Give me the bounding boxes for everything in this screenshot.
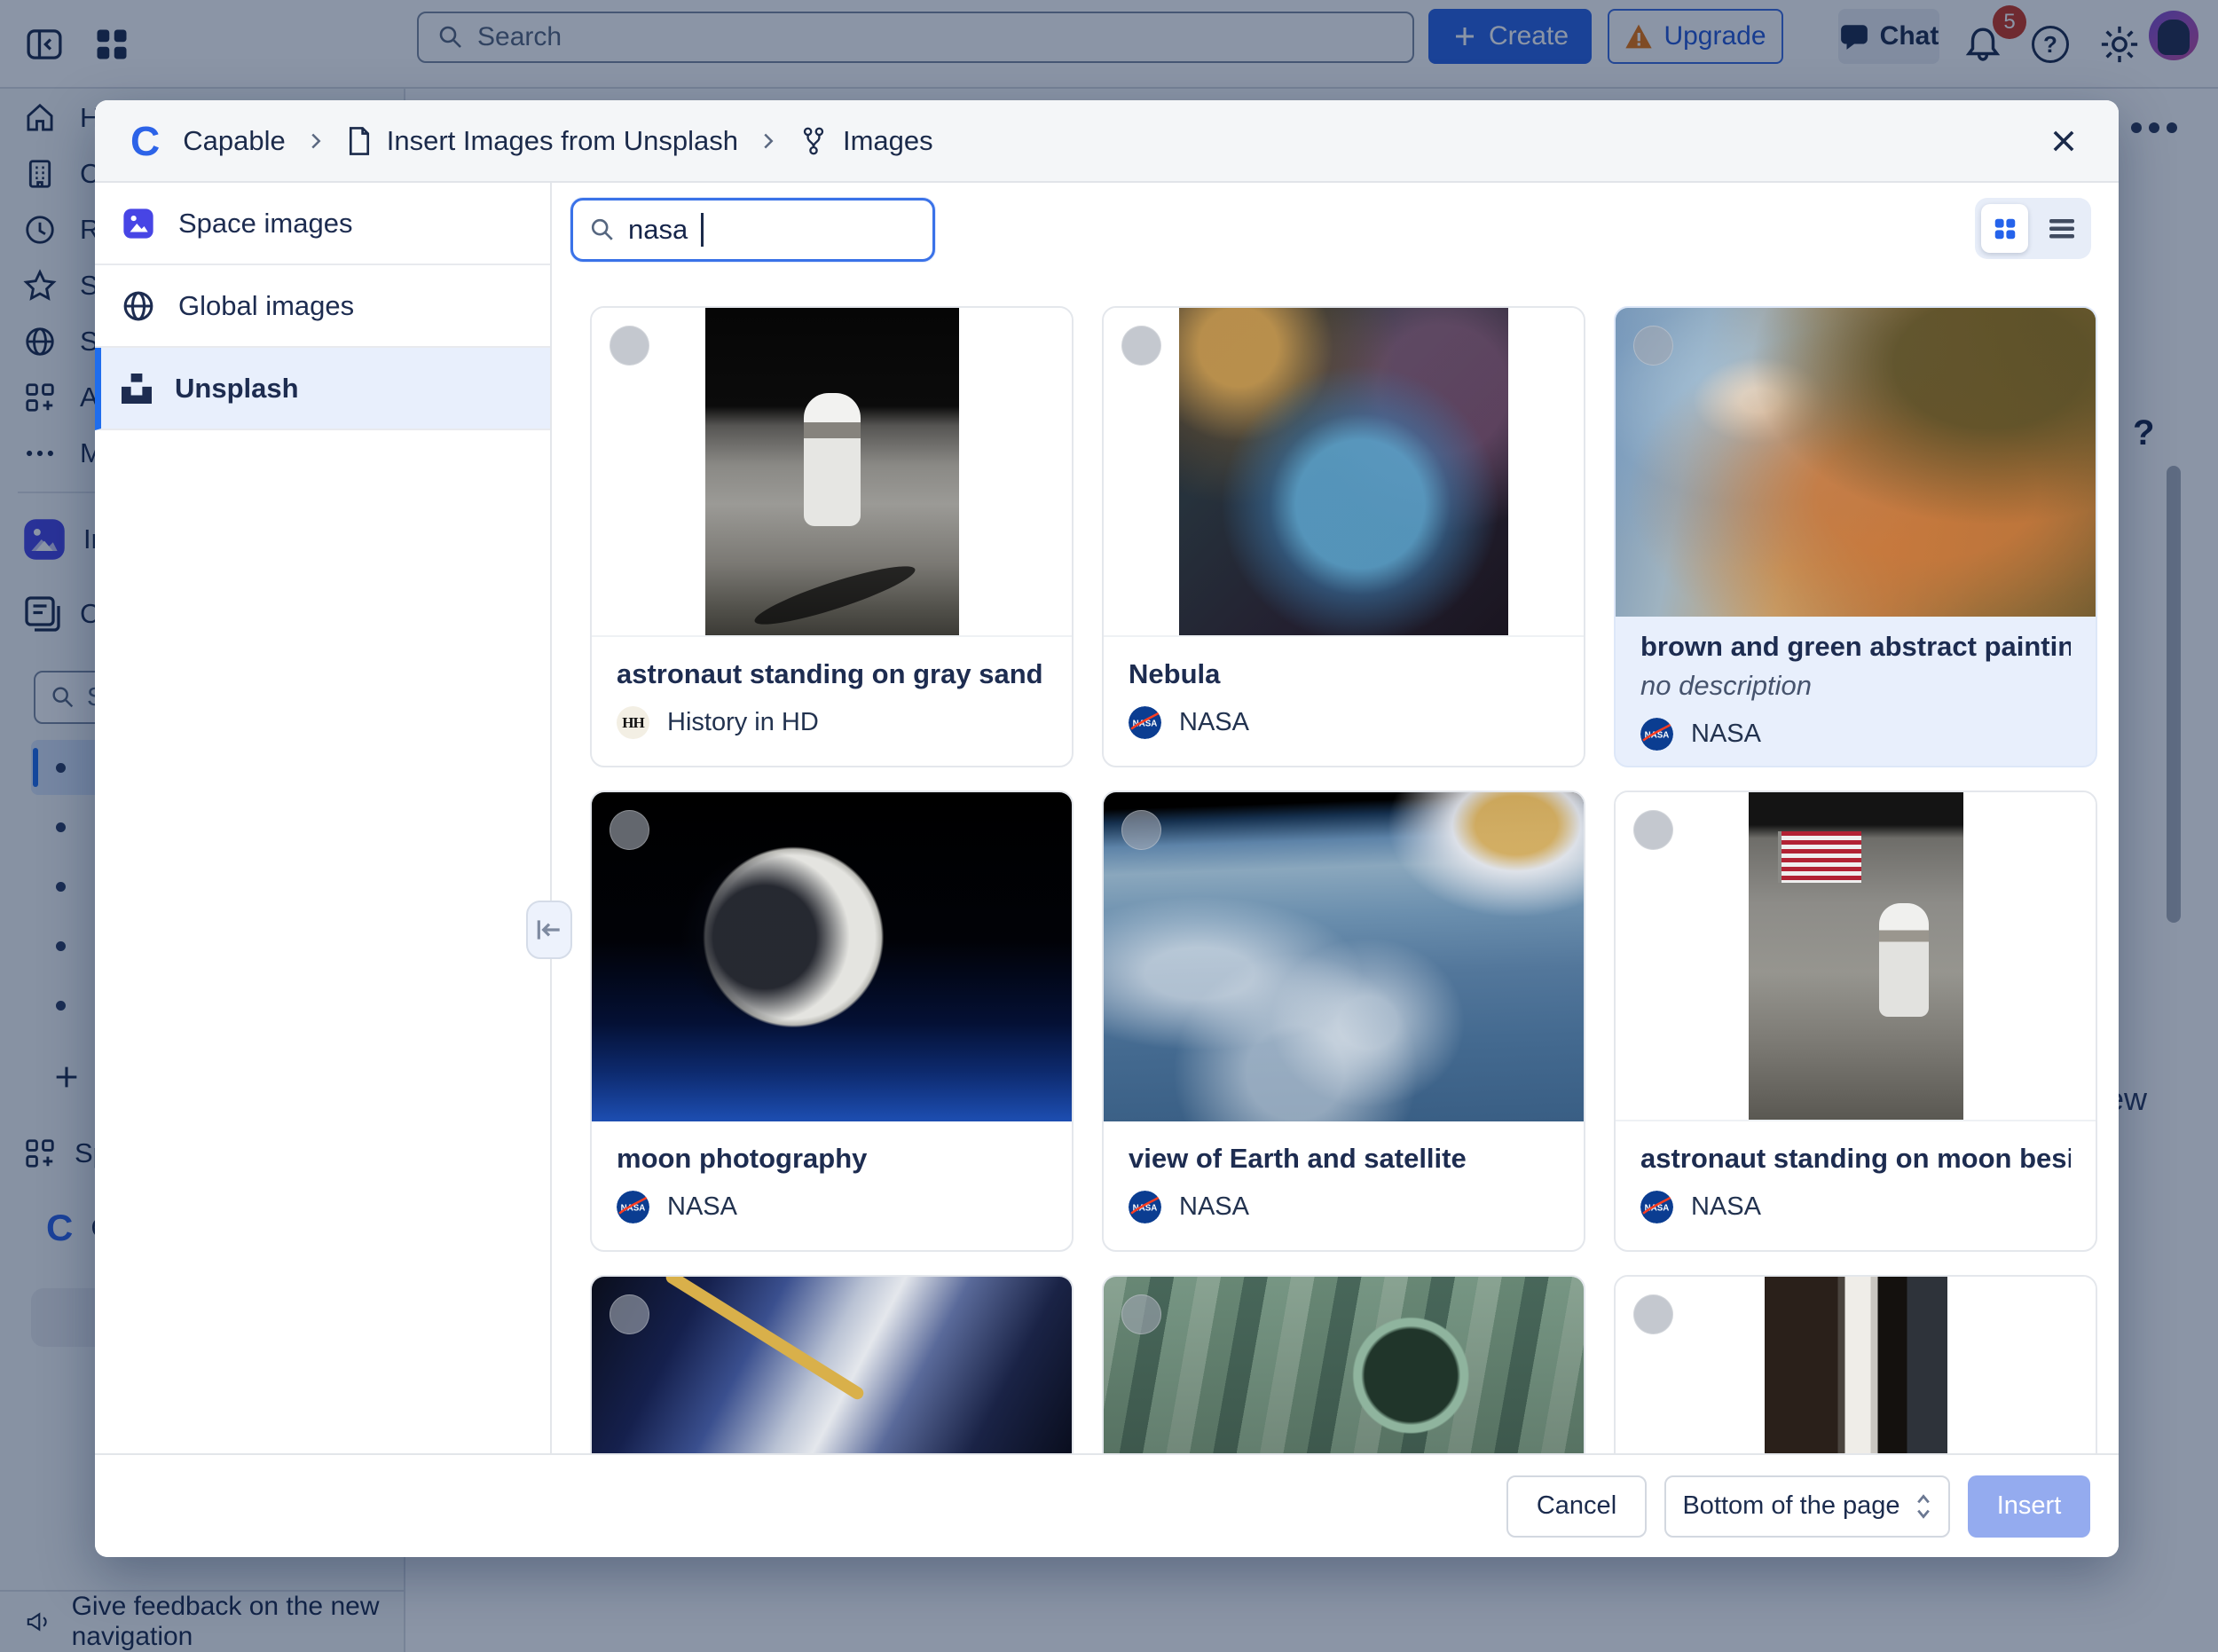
unsplash-icon bbox=[122, 374, 152, 404]
nav-unsplash[interactable]: Unsplash bbox=[95, 348, 550, 430]
capable-logo: C bbox=[130, 121, 160, 161]
select-checkbox[interactable] bbox=[1633, 810, 1673, 850]
space-images-icon bbox=[122, 207, 155, 240]
cancel-button[interactable]: Cancel bbox=[1506, 1475, 1647, 1538]
author-logo-nasa: NASA bbox=[1129, 1191, 1161, 1223]
select-checkbox[interactable] bbox=[1121, 326, 1161, 366]
photo-carina-nebula bbox=[1616, 308, 2096, 617]
breadcrumb-capable[interactable]: Capable bbox=[183, 125, 285, 157]
search-value: nasa bbox=[628, 214, 688, 246]
nav-label: Unsplash bbox=[175, 373, 299, 405]
modal-footer: Cancel Bottom of the page Insert bbox=[95, 1453, 2119, 1557]
insert-position-select[interactable]: Bottom of the page bbox=[1664, 1475, 1950, 1538]
search-icon bbox=[589, 216, 616, 243]
image-card[interactable] bbox=[1102, 1275, 1585, 1453]
image-author: NASA bbox=[667, 1192, 737, 1222]
image-title: brown and green abstract painting bbox=[1640, 631, 2071, 663]
select-checkbox[interactable] bbox=[1633, 326, 1673, 366]
image-thumbnail bbox=[1104, 792, 1584, 1121]
insert-images-modal: C Capable Insert Images from Unsplash Im… bbox=[95, 100, 2119, 1557]
panel-collapse-button[interactable] bbox=[526, 901, 572, 959]
select-chevrons-icon bbox=[1915, 1493, 1932, 1520]
author-logo-nasa: NASA bbox=[1129, 706, 1161, 739]
image-search-input[interactable]: nasa bbox=[570, 198, 935, 262]
image-thumbnail bbox=[592, 1277, 1072, 1453]
photo-astronaut-flag bbox=[1749, 792, 1963, 1120]
image-thumbnail bbox=[1616, 792, 2096, 1121]
text-cursor bbox=[701, 213, 704, 247]
image-title: moon photography bbox=[617, 1143, 1047, 1175]
image-card[interactable] bbox=[590, 1275, 1074, 1453]
image-thumbnail bbox=[1616, 1277, 2096, 1453]
image-card[interactable]: view of Earth and satellite NASA NASA bbox=[1102, 791, 1585, 1252]
nav-global-images[interactable]: Global images bbox=[95, 265, 550, 348]
image-author: NASA bbox=[1691, 1192, 1761, 1222]
image-results-area: nasa as bbox=[552, 183, 2119, 1453]
globe-icon bbox=[122, 289, 155, 323]
select-checkbox[interactable] bbox=[1121, 810, 1161, 850]
select-checkbox[interactable] bbox=[610, 1294, 649, 1334]
view-toggle bbox=[1975, 198, 2091, 259]
image-card[interactable]: astronaut standing on moon beside NASA N… bbox=[1614, 791, 2097, 1252]
image-title: astronaut standing on moon beside bbox=[1640, 1143, 2071, 1175]
photo-astronaut-moon bbox=[705, 308, 959, 635]
image-card[interactable]: moon photography NASA NASA bbox=[590, 791, 1074, 1252]
breadcrumb-insert-images[interactable]: Insert Images from Unsplash bbox=[387, 125, 738, 157]
photo-rocket bbox=[1765, 1277, 1947, 1453]
breadcrumb-images[interactable]: Images bbox=[843, 125, 933, 157]
branch-icon bbox=[798, 126, 829, 156]
grid-view-button[interactable] bbox=[1981, 204, 2028, 253]
photo-earth-satellite bbox=[1104, 792, 1584, 1121]
image-source-panel: Space images Global images Unsplash bbox=[95, 183, 552, 1453]
list-view-button[interactable] bbox=[2038, 204, 2085, 253]
author-logo-history-in-hd: HH bbox=[617, 706, 649, 739]
select-checkbox[interactable] bbox=[1633, 1294, 1673, 1334]
image-card[interactable]: Nebula NASA NASA bbox=[1102, 306, 1585, 767]
modal-body: Space images Global images Unsplash nasa bbox=[95, 183, 2119, 1453]
image-author: NASA bbox=[1179, 1192, 1249, 1222]
image-author: NASA bbox=[1179, 708, 1249, 737]
image-card-highlighted[interactable]: brown and green abstract painting no des… bbox=[1614, 306, 2097, 767]
image-title: astronaut standing on gray sand bbox=[617, 658, 1047, 690]
image-author: History in HD bbox=[667, 708, 819, 737]
grid-view-icon bbox=[1992, 216, 2018, 242]
chevron-right-icon bbox=[759, 132, 777, 150]
image-description: no description bbox=[1640, 670, 2071, 702]
image-author: NASA bbox=[1691, 720, 1761, 749]
chevron-right-icon bbox=[307, 132, 325, 150]
collapse-left-icon bbox=[534, 916, 564, 943]
image-thumbnail bbox=[592, 792, 1072, 1121]
image-thumbnail bbox=[1104, 1277, 1584, 1453]
nav-space-images[interactable]: Space images bbox=[95, 183, 550, 265]
image-title: Nebula bbox=[1129, 658, 1559, 690]
close-icon[interactable] bbox=[2041, 118, 2087, 164]
select-checkbox[interactable] bbox=[610, 810, 649, 850]
select-checkbox[interactable] bbox=[1121, 1294, 1161, 1334]
image-thumbnail bbox=[1104, 308, 1584, 637]
image-thumbnail bbox=[592, 308, 1072, 637]
photo-rocket-engines bbox=[1104, 1277, 1584, 1453]
document-icon bbox=[346, 126, 373, 156]
author-logo-nasa: NASA bbox=[1640, 718, 1673, 751]
image-title: view of Earth and satellite bbox=[1129, 1143, 1559, 1175]
nav-label: Space images bbox=[178, 208, 352, 240]
photo-spacecraft bbox=[592, 1277, 1072, 1453]
image-grid: astronaut standing on gray sand HH Histo… bbox=[590, 306, 2091, 1453]
modal-header: C Capable Insert Images from Unsplash Im… bbox=[95, 100, 2119, 183]
select-checkbox[interactable] bbox=[610, 326, 649, 366]
photo-nebula bbox=[1179, 308, 1508, 635]
author-logo-nasa: NASA bbox=[617, 1191, 649, 1223]
image-card[interactable] bbox=[1614, 1275, 2097, 1453]
author-logo-nasa: NASA bbox=[1640, 1191, 1673, 1223]
insert-position-value: Bottom of the page bbox=[1682, 1491, 1899, 1521]
list-view-icon bbox=[2048, 216, 2076, 241]
insert-button[interactable]: Insert bbox=[1968, 1475, 2090, 1538]
nav-label: Global images bbox=[178, 290, 354, 322]
photo-moon bbox=[592, 792, 1072, 1121]
image-card[interactable]: astronaut standing on gray sand HH Histo… bbox=[590, 306, 1074, 767]
image-thumbnail bbox=[1616, 308, 2096, 617]
